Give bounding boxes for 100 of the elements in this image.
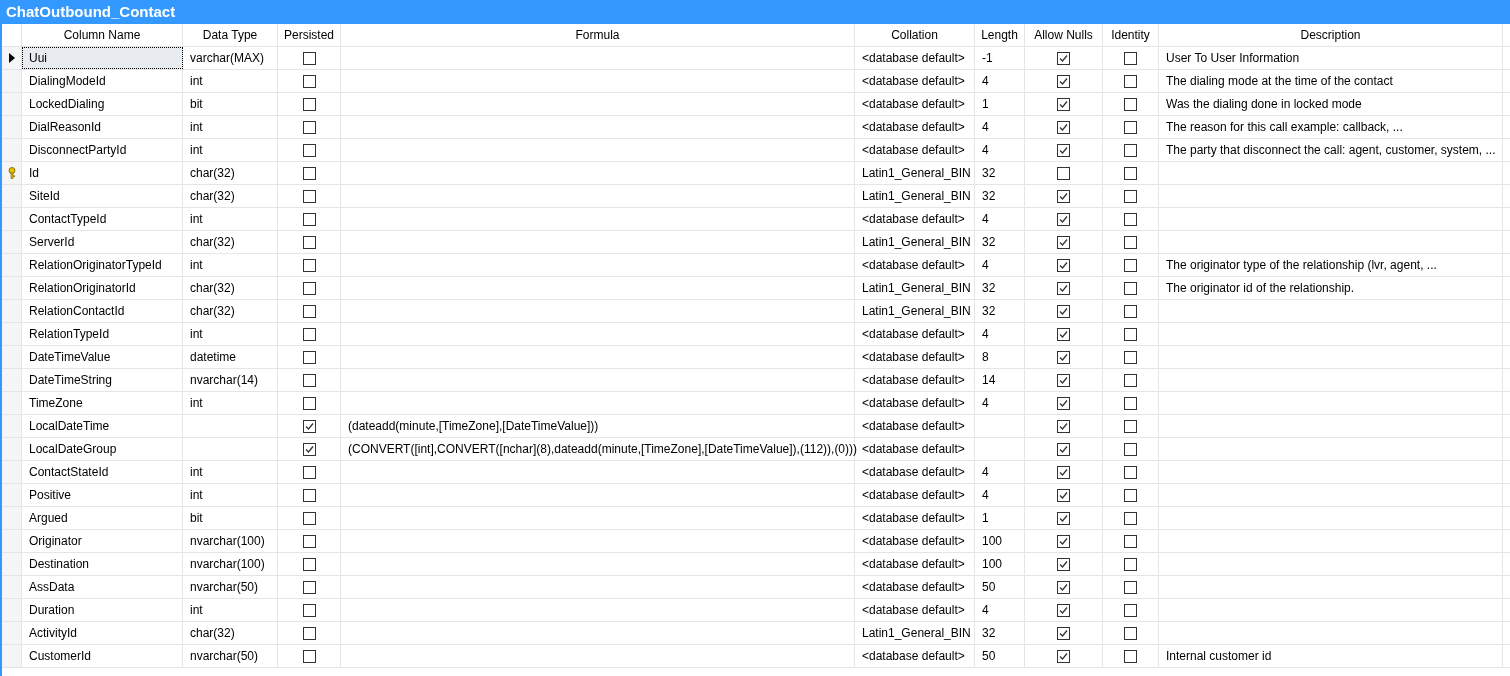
table-cell-text: Latin1_General_BIN <box>862 280 971 297</box>
checkbox[interactable] <box>1124 281 1137 295</box>
column-header[interactable]: Description <box>1159 24 1503 46</box>
checkbox[interactable] <box>1057 166 1070 180</box>
checkbox[interactable] <box>302 396 316 410</box>
table-cell-text: nvarchar(50) <box>190 579 259 596</box>
checkbox[interactable] <box>1124 511 1137 525</box>
checkbox[interactable] <box>302 373 316 387</box>
checkbox[interactable] <box>302 143 316 157</box>
table-cell-text: <database default> <box>862 257 965 274</box>
checkbox[interactable] <box>1057 557 1070 571</box>
column-header[interactable]: Identity <box>1103 24 1159 46</box>
checkbox[interactable] <box>1057 120 1070 134</box>
checkbox[interactable] <box>1057 350 1070 364</box>
row-header[interactable] <box>2 47 22 69</box>
checkbox[interactable] <box>1057 465 1070 479</box>
checkbox[interactable] <box>302 350 316 364</box>
checkbox[interactable] <box>1057 419 1070 433</box>
checkbox[interactable] <box>1124 97 1137 111</box>
checkbox[interactable] <box>302 304 316 318</box>
checkbox[interactable] <box>1057 626 1070 640</box>
checkbox[interactable] <box>1124 258 1137 272</box>
checkbox[interactable] <box>302 488 316 502</box>
checkbox[interactable] <box>1124 488 1137 502</box>
checkbox[interactable] <box>302 166 316 180</box>
checkbox[interactable] <box>302 557 316 571</box>
checkbox[interactable] <box>302 511 316 525</box>
checkbox[interactable] <box>302 649 316 663</box>
checkbox[interactable] <box>302 327 316 341</box>
checkbox[interactable] <box>1124 580 1137 594</box>
checkbox[interactable] <box>1124 304 1137 318</box>
checkbox[interactable] <box>302 465 316 479</box>
checkbox[interactable] <box>302 442 316 456</box>
checkbox[interactable] <box>1057 235 1070 249</box>
checkbox[interactable] <box>1124 442 1137 456</box>
checkbox[interactable] <box>1057 488 1070 502</box>
checkbox[interactable] <box>1057 97 1070 111</box>
checkbox[interactable] <box>1124 51 1137 65</box>
checkbox[interactable] <box>1057 258 1070 272</box>
checkbox[interactable] <box>1124 74 1137 88</box>
checkbox[interactable] <box>302 212 316 226</box>
checkbox[interactable] <box>302 189 316 203</box>
checkbox[interactable] <box>1057 442 1070 456</box>
checkbox[interactable] <box>1124 189 1137 203</box>
checkbox[interactable] <box>302 626 316 640</box>
checkbox[interactable] <box>1124 534 1137 548</box>
checkbox[interactable] <box>1057 396 1070 410</box>
checkbox[interactable] <box>1124 603 1137 617</box>
table-cell-text: int <box>190 142 203 159</box>
table-cell-text: <database default> <box>862 372 965 389</box>
column-header[interactable]: Data Type <box>183 24 278 46</box>
column-header[interactable]: Persisted <box>278 24 341 46</box>
checkbox[interactable] <box>1057 189 1070 203</box>
checkbox[interactable] <box>1057 143 1070 157</box>
checkbox[interactable] <box>1124 166 1137 180</box>
checkmark-icon <box>1059 99 1068 109</box>
column-header[interactable]: Allow Nulls <box>1025 24 1103 46</box>
checkbox[interactable] <box>1057 74 1070 88</box>
checkbox[interactable] <box>302 235 316 249</box>
checkbox[interactable] <box>1124 212 1137 226</box>
checkbox[interactable] <box>302 97 316 111</box>
checkbox[interactable] <box>1057 304 1070 318</box>
checkbox[interactable] <box>1057 603 1070 617</box>
checkbox[interactable] <box>1057 580 1070 594</box>
checkmark-icon <box>1059 513 1068 523</box>
column-header[interactable]: Length <box>975 24 1025 46</box>
column-header[interactable]: Column Name <box>22 24 183 46</box>
checkbox[interactable] <box>1057 511 1070 525</box>
checkbox[interactable] <box>1124 373 1137 387</box>
checkbox[interactable] <box>1057 327 1070 341</box>
checkbox[interactable] <box>302 74 316 88</box>
checkbox[interactable] <box>302 258 316 272</box>
checkbox[interactable] <box>1057 534 1070 548</box>
checkbox[interactable] <box>1057 281 1070 295</box>
checkbox[interactable] <box>1057 373 1070 387</box>
checkbox[interactable] <box>1124 626 1137 640</box>
checkbox[interactable] <box>302 419 316 433</box>
checkbox[interactable] <box>1124 350 1137 364</box>
checkbox[interactable] <box>302 51 316 65</box>
checkbox[interactable] <box>1124 465 1137 479</box>
checkbox[interactable] <box>302 534 316 548</box>
checkbox[interactable] <box>1124 396 1137 410</box>
checkbox[interactable] <box>1057 51 1070 65</box>
column-header[interactable]: Collation <box>855 24 975 46</box>
checkbox[interactable] <box>302 580 316 594</box>
checkbox[interactable] <box>302 120 316 134</box>
table-cell-text: <database default> <box>862 349 965 366</box>
column-header[interactable]: Formula <box>341 24 855 46</box>
checkbox[interactable] <box>1124 649 1137 663</box>
checkbox[interactable] <box>1124 327 1137 341</box>
checkbox[interactable] <box>1057 212 1070 226</box>
checkbox[interactable] <box>1124 419 1137 433</box>
checkbox[interactable] <box>302 281 316 295</box>
checkbox[interactable] <box>302 603 316 617</box>
checkbox[interactable] <box>1124 143 1137 157</box>
checkbox[interactable] <box>1124 235 1137 249</box>
checkbox[interactable] <box>1124 120 1137 134</box>
checkbox[interactable] <box>1124 557 1137 571</box>
checkbox[interactable] <box>1057 649 1070 663</box>
table-cell-text: 4 <box>982 395 989 412</box>
